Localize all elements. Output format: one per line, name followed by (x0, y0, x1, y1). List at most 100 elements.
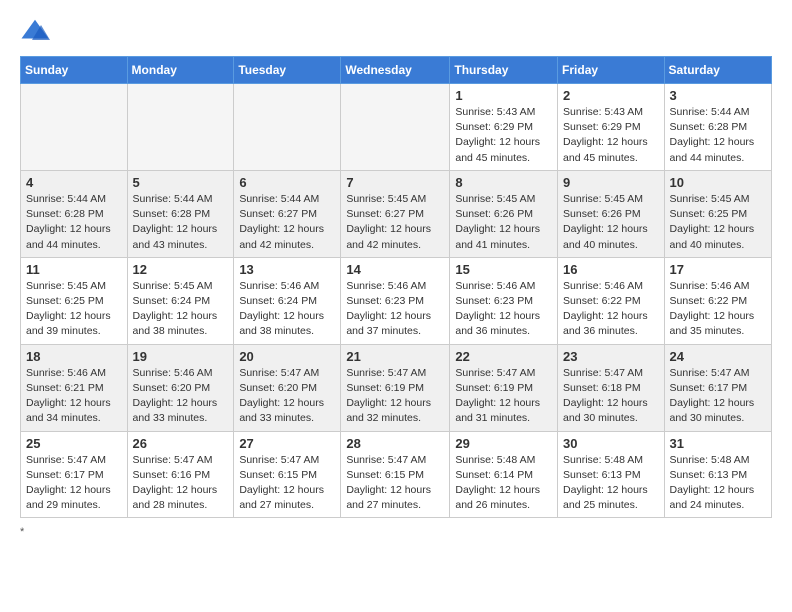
calendar-cell: 25 Sunrise: 5:47 AMSunset: 6:17 PMDayligh… (21, 431, 128, 518)
header-day: Saturday (664, 57, 771, 84)
calendar-cell (21, 84, 128, 171)
day-number: 22 (455, 349, 552, 364)
day-number: 15 (455, 262, 552, 277)
logo-icon (20, 16, 50, 46)
day-number: 28 (346, 436, 444, 451)
day-info: Sunrise: 5:47 AMSunset: 6:15 PMDaylight:… (346, 453, 444, 514)
calendar-cell (341, 84, 450, 171)
calendar-week-row: 18 Sunrise: 5:46 AMSunset: 6:21 PMDayligh… (21, 344, 772, 431)
day-info: Sunrise: 5:45 AMSunset: 6:24 PMDaylight:… (133, 279, 229, 340)
day-info: Sunrise: 5:46 AMSunset: 6:24 PMDaylight:… (239, 279, 335, 340)
day-number: 9 (563, 175, 659, 190)
calendar-cell: 19Sunrise: 5:46 AMSunset: 6:20 PMDayligh… (127, 344, 234, 431)
day-info: Sunrise: 5:47 AMSunset: 6:16 PMDaylight:… (133, 453, 229, 514)
calendar-cell (234, 84, 341, 171)
calendar-cell: 8 Sunrise: 5:45 AMSunset: 6:26 PMDaylight… (450, 170, 558, 257)
day-info: Sunrise: 5:47 AMSunset: 6:19 PMDaylight:… (455, 366, 552, 427)
day-number: 14 (346, 262, 444, 277)
day-number: 3 (670, 88, 766, 103)
day-info: Sunrise: 5:45 AMSunset: 6:26 PMDaylight:… (455, 192, 552, 253)
day-number: 24 (670, 349, 766, 364)
calendar-cell: 30 Sunrise: 5:48 AMSunset: 6:13 PMDayligh… (558, 431, 665, 518)
day-number: 13 (239, 262, 335, 277)
day-number: 29 (455, 436, 552, 451)
day-info: Sunrise: 5:48 AMSunset: 6:14 PMDaylight:… (455, 453, 552, 514)
calendar-cell: 23Sunrise: 5:47 AMSunset: 6:18 PMDayligh… (558, 344, 665, 431)
day-info: Sunrise: 5:44 AMSunset: 6:28 PMDaylight:… (26, 192, 122, 253)
day-number: 31 (670, 436, 766, 451)
header-day: Tuesday (234, 57, 341, 84)
day-info: Sunrise: 5:43 AMSunset: 6:29 PMDaylight:… (455, 105, 552, 166)
day-info: Sunrise: 5:47 AMSunset: 6:17 PMDaylight:… (670, 366, 766, 427)
day-number: 26 (133, 436, 229, 451)
day-info: Sunrise: 5:46 AMSunset: 6:23 PMDaylight:… (346, 279, 444, 340)
calendar-cell: 2 Sunrise: 5:43 AMSunset: 6:29 PMDaylight… (558, 84, 665, 171)
day-info: Sunrise: 5:46 AMSunset: 6:21 PMDaylight:… (26, 366, 122, 427)
calendar-cell: 31Sunrise: 5:48 AMSunset: 6:13 PMDayligh… (664, 431, 771, 518)
calendar-body: 1 Sunrise: 5:43 AMSunset: 6:29 PMDaylight… (21, 84, 772, 518)
calendar-cell: 29 Sunrise: 5:48 AMSunset: 6:14 PMDayligh… (450, 431, 558, 518)
day-number: 10 (670, 175, 766, 190)
calendar-cell (127, 84, 234, 171)
calendar-cell: 15Sunrise: 5:46 AMSunset: 6:23 PMDayligh… (450, 257, 558, 344)
day-info: Sunrise: 5:47 AMSunset: 6:15 PMDaylight:… (239, 453, 335, 514)
day-info: Sunrise: 5:43 AMSunset: 6:29 PMDaylight:… (563, 105, 659, 166)
calendar-cell: 14 Sunrise: 5:46 AMSunset: 6:23 PMDayligh… (341, 257, 450, 344)
day-info: Sunrise: 5:45 AMSunset: 6:25 PMDaylight:… (670, 192, 766, 253)
header-day: Monday (127, 57, 234, 84)
day-info: Sunrise: 5:44 AMSunset: 6:28 PMDaylight:… (670, 105, 766, 166)
day-number: 6 (239, 175, 335, 190)
day-info: Sunrise: 5:44 AMSunset: 6:27 PMDaylight:… (239, 192, 335, 253)
day-number: 16 (563, 262, 659, 277)
header-day: Wednesday (341, 57, 450, 84)
calendar-cell: 13 Sunrise: 5:46 AMSunset: 6:24 PMDayligh… (234, 257, 341, 344)
day-info: Sunrise: 5:46 AMSunset: 6:22 PMDaylight:… (670, 279, 766, 340)
calendar-cell: 26 Sunrise: 5:47 AMSunset: 6:16 PMDayligh… (127, 431, 234, 518)
header-row: SundayMondayTuesdayWednesdayThursdayFrid… (21, 57, 772, 84)
calendar-cell: 6 Sunrise: 5:44 AMSunset: 6:27 PMDaylight… (234, 170, 341, 257)
day-info: Sunrise: 5:44 AMSunset: 6:28 PMDaylight:… (133, 192, 229, 253)
day-number: 12 (133, 262, 229, 277)
header-day: Thursday (450, 57, 558, 84)
calendar-cell: 18 Sunrise: 5:46 AMSunset: 6:21 PMDayligh… (21, 344, 128, 431)
page-header (20, 16, 772, 46)
calendar-cell: 27Sunrise: 5:47 AMSunset: 6:15 PMDayligh… (234, 431, 341, 518)
calendar-week-row: 11Sunrise: 5:45 AMSunset: 6:25 PMDayligh… (21, 257, 772, 344)
calendar-cell: 24 Sunrise: 5:47 AMSunset: 6:17 PMDayligh… (664, 344, 771, 431)
calendar-cell: 3 Sunrise: 5:44 AMSunset: 6:28 PMDaylight… (664, 84, 771, 171)
header-day: Sunday (21, 57, 128, 84)
day-info: Sunrise: 5:47 AMSunset: 6:20 PMDaylight:… (239, 366, 335, 427)
day-info: Sunrise: 5:47 AMSunset: 6:17 PMDaylight:… (26, 453, 122, 514)
footer: * (20, 526, 772, 538)
calendar-cell: 1 Sunrise: 5:43 AMSunset: 6:29 PMDaylight… (450, 84, 558, 171)
calendar-cell: 16 Sunrise: 5:46 AMSunset: 6:22 PMDayligh… (558, 257, 665, 344)
day-number: 8 (455, 175, 552, 190)
calendar-cell: 17Sunrise: 5:46 AMSunset: 6:22 PMDayligh… (664, 257, 771, 344)
day-info: Sunrise: 5:48 AMSunset: 6:13 PMDaylight:… (563, 453, 659, 514)
calendar-week-row: 4 Sunrise: 5:44 AMSunset: 6:28 PMDaylight… (21, 170, 772, 257)
day-number: 1 (455, 88, 552, 103)
calendar-cell: 9 Sunrise: 5:45 AMSunset: 6:26 PMDaylight… (558, 170, 665, 257)
day-info: Sunrise: 5:46 AMSunset: 6:22 PMDaylight:… (563, 279, 659, 340)
day-number: 7 (346, 175, 444, 190)
calendar-cell: 22 Sunrise: 5:47 AMSunset: 6:19 PMDayligh… (450, 344, 558, 431)
day-number: 2 (563, 88, 659, 103)
calendar-cell: 11Sunrise: 5:45 AMSunset: 6:25 PMDayligh… (21, 257, 128, 344)
day-number: 21 (346, 349, 444, 364)
calendar-cell: 4 Sunrise: 5:44 AMSunset: 6:28 PMDaylight… (21, 170, 128, 257)
day-number: 30 (563, 436, 659, 451)
day-number: 25 (26, 436, 122, 451)
calendar-cell: 20 Sunrise: 5:47 AMSunset: 6:20 PMDayligh… (234, 344, 341, 431)
calendar-cell: 28 Sunrise: 5:47 AMSunset: 6:15 PMDayligh… (341, 431, 450, 518)
header-day: Friday (558, 57, 665, 84)
calendar-table: SundayMondayTuesdayWednesdayThursdayFrid… (20, 56, 772, 518)
day-number: 20 (239, 349, 335, 364)
day-info: Sunrise: 5:45 AMSunset: 6:26 PMDaylight:… (563, 192, 659, 253)
day-number: 5 (133, 175, 229, 190)
day-number: 18 (26, 349, 122, 364)
calendar-cell: 7Sunrise: 5:45 AMSunset: 6:27 PMDaylight… (341, 170, 450, 257)
day-info: Sunrise: 5:47 AMSunset: 6:18 PMDaylight:… (563, 366, 659, 427)
day-info: Sunrise: 5:47 AMSunset: 6:19 PMDaylight:… (346, 366, 444, 427)
calendar-cell: 21 Sunrise: 5:47 AMSunset: 6:19 PMDayligh… (341, 344, 450, 431)
day-number: 4 (26, 175, 122, 190)
